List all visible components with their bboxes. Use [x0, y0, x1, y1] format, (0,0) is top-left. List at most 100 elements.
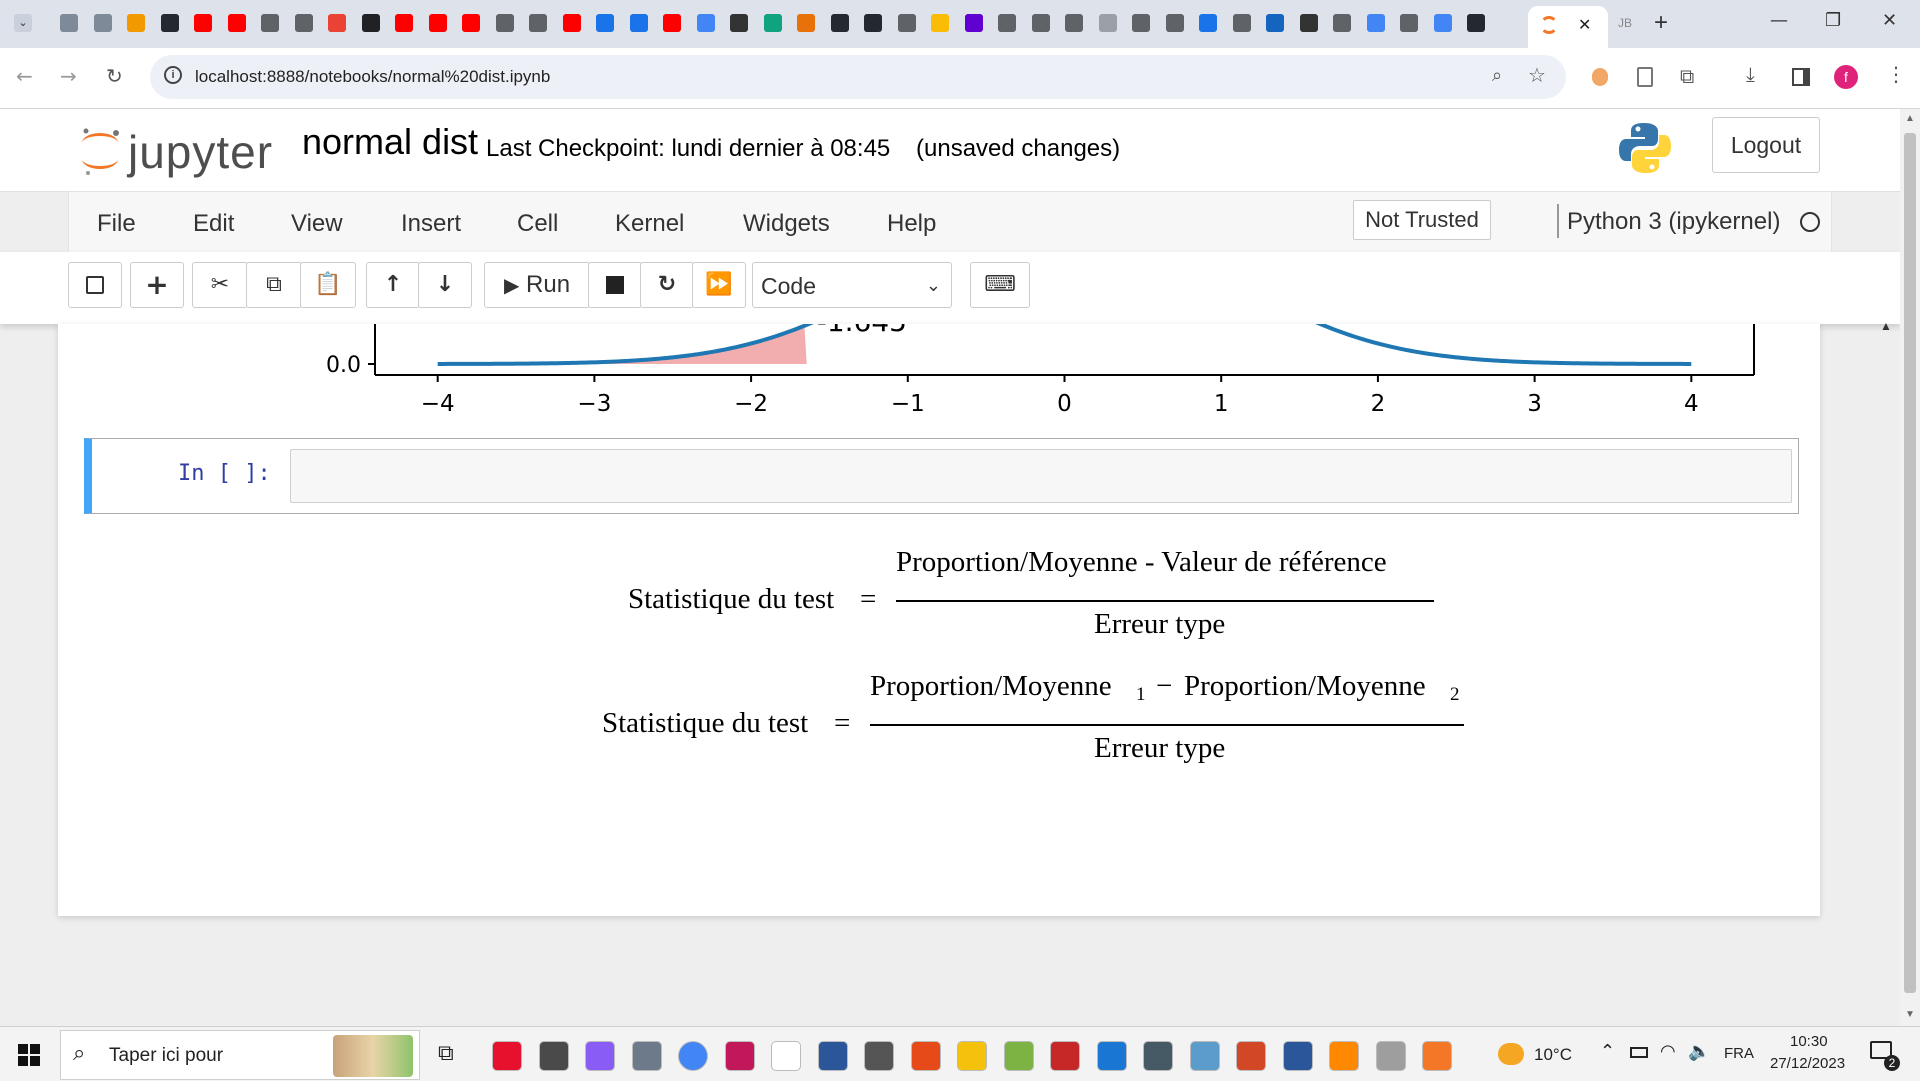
pinned-tab-icon[interactable]: [93, 14, 112, 32]
taskbar-app-icon[interactable]: [724, 1041, 755, 1071]
pinned-tab-icon[interactable]: [998, 14, 1016, 32]
taskbar-app-icon[interactable]: [1143, 1041, 1173, 1071]
move-down-button[interactable]: ↓: [418, 262, 472, 308]
pinned-tab-icon[interactable]: [1199, 14, 1217, 32]
cut-button[interactable]: ✂: [192, 262, 248, 308]
pinned-tab-icon[interactable]: [328, 14, 346, 32]
close-window-icon[interactable]: ✕: [1882, 10, 1897, 31]
pinned-tab-icon[interactable]: [1333, 14, 1351, 32]
back-icon[interactable]: ←: [16, 64, 33, 88]
pinned-tab-icon[interactable]: [797, 14, 815, 32]
active-tab[interactable]: ✕: [1528, 6, 1608, 48]
logout-button[interactable]: Logout: [1712, 117, 1820, 173]
paste-button[interactable]: 📋: [300, 262, 356, 308]
pinned-tab-icon[interactable]: [529, 14, 547, 32]
pinned-tab-icon[interactable]: [562, 14, 581, 32]
taskbar-app-icon[interactable]: [771, 1041, 801, 1071]
taskbar-search[interactable]: ⌕ Taper ici pour: [60, 1030, 420, 1080]
pinned-tab-icon[interactable]: [395, 14, 413, 32]
pinned-tab-icon[interactable]: [428, 14, 447, 32]
menu-cell[interactable]: Cell: [517, 210, 558, 238]
taskbar-app-icon[interactable]: [1375, 1041, 1406, 1071]
taskbar-app-icon[interactable]: [1189, 1041, 1220, 1071]
extension-icon[interactable]: [1592, 68, 1608, 86]
pinned-tab-icon[interactable]: [629, 14, 648, 32]
reading-list-icon[interactable]: [1637, 67, 1653, 87]
pinned-tab-icon[interactable]: [361, 14, 380, 32]
pinned-tab-icon[interactable]: [1065, 14, 1083, 32]
page-scroll-up-icon[interactable]: ▲: [1880, 319, 1892, 333]
zoom-icon[interactable]: ⌕: [1492, 65, 1502, 86]
pinned-tab-icon[interactable]: [495, 14, 514, 32]
pinned-tab-icon[interactable]: [596, 14, 614, 32]
taskbar-app-icon[interactable]: [1050, 1041, 1080, 1071]
pinned-tab-icon[interactable]: [60, 14, 78, 32]
insert-cell-button[interactable]: +: [130, 262, 184, 308]
menu-help[interactable]: Help: [887, 210, 936, 238]
tab-search-icon[interactable]: ⌄: [14, 14, 32, 32]
reload-icon[interactable]: ↻: [106, 64, 123, 88]
save-button[interactable]: [68, 262, 122, 308]
taskbar-app-icon[interactable]: [1282, 1041, 1313, 1071]
weather-temp[interactable]: 10°C: [1534, 1045, 1572, 1065]
taskbar-app-icon[interactable]: [817, 1041, 848, 1071]
menu-kernel[interactable]: Kernel: [615, 210, 684, 238]
pinned-tab-icon[interactable]: [1266, 14, 1284, 32]
taskbar-app-icon[interactable]: [631, 1041, 662, 1071]
wifi-icon[interactable]: ◠: [1660, 1041, 1676, 1062]
copy-button[interactable]: ⧉: [246, 262, 302, 308]
clock-time[interactable]: 10:30: [1790, 1033, 1828, 1050]
pinned-tab-icon[interactable]: [730, 14, 748, 32]
notebook-name[interactable]: normal dist: [302, 121, 478, 163]
taskbar-app-icon[interactable]: [910, 1041, 941, 1071]
taskbar-app-icon[interactable]: [1329, 1041, 1359, 1071]
pinned-tab-icon[interactable]: [127, 14, 145, 32]
taskbar-app-icon[interactable]: [492, 1041, 522, 1071]
weather-icon[interactable]: [1498, 1043, 1524, 1065]
pinned-tab-icon[interactable]: [1098, 14, 1117, 32]
taskbar-app-icon[interactable]: [1422, 1041, 1452, 1071]
bookmark-star-icon[interactable]: ☆: [1528, 63, 1546, 87]
pinned-tab-icon[interactable]: [663, 14, 681, 32]
menu-insert[interactable]: Insert: [401, 210, 461, 238]
taskbar-app-icon[interactable]: [678, 1041, 708, 1071]
browser-menu-icon[interactable]: ⋮: [1886, 62, 1906, 86]
start-button[interactable]: [18, 1044, 40, 1066]
taskbar-app-icon[interactable]: [1003, 1041, 1034, 1071]
tray-chevron-icon[interactable]: ⌃: [1600, 1041, 1615, 1062]
site-info-icon[interactable]: i: [164, 66, 182, 84]
pinned-tab-icon[interactable]: [227, 14, 246, 32]
taskbar-app-icon[interactable]: [864, 1041, 894, 1071]
download-icon[interactable]: ⤓: [1746, 62, 1755, 86]
pinned-tab-icon[interactable]: [1400, 14, 1418, 32]
pinned-tab-icon[interactable]: [462, 14, 480, 32]
browser-scrollbar[interactable]: ▲ ▼: [1900, 109, 1920, 1026]
run-all-button[interactable]: ⏩: [692, 262, 746, 308]
taskbar-app-icon[interactable]: [585, 1041, 615, 1071]
pinned-tab-icon[interactable]: [1467, 14, 1485, 32]
minimize-icon[interactable]: —: [1770, 10, 1788, 31]
code-input[interactable]: [290, 449, 1792, 503]
pinned-tab-icon[interactable]: [261, 14, 279, 32]
cell-type-select[interactable]: Code ⌄: [752, 262, 952, 308]
pinned-tab-icon[interactable]: [897, 14, 916, 32]
trust-indicator[interactable]: Not Trusted: [1353, 200, 1491, 240]
profile-avatar[interactable]: f: [1834, 65, 1858, 89]
pinned-tab-icon[interactable]: [763, 14, 782, 32]
scroll-up-icon[interactable]: ▲: [1905, 113, 1915, 124]
pinned-tab-icon[interactable]: [864, 14, 882, 32]
scroll-thumb[interactable]: [1904, 133, 1916, 993]
forward-icon[interactable]: →: [60, 64, 77, 88]
pinned-tab-icon[interactable]: [1299, 14, 1318, 32]
extensions-puzzle-icon[interactable]: ⧉: [1680, 64, 1694, 88]
taskbar-app-icon[interactable]: [1236, 1041, 1266, 1071]
scroll-down-icon[interactable]: ▼: [1905, 1009, 1915, 1020]
menu-view[interactable]: View: [291, 210, 343, 238]
pinned-tab-icon[interactable]: [1232, 14, 1251, 32]
pinned-tab-icon[interactable]: [830, 14, 849, 32]
pinned-tab-icon[interactable]: [931, 14, 949, 32]
volume-icon[interactable]: 🔈: [1688, 1041, 1710, 1062]
restart-button[interactable]: ↻: [640, 262, 694, 308]
pinned-tab-icon[interactable]: [1132, 14, 1150, 32]
pinned-tab-icon[interactable]: [696, 14, 715, 32]
